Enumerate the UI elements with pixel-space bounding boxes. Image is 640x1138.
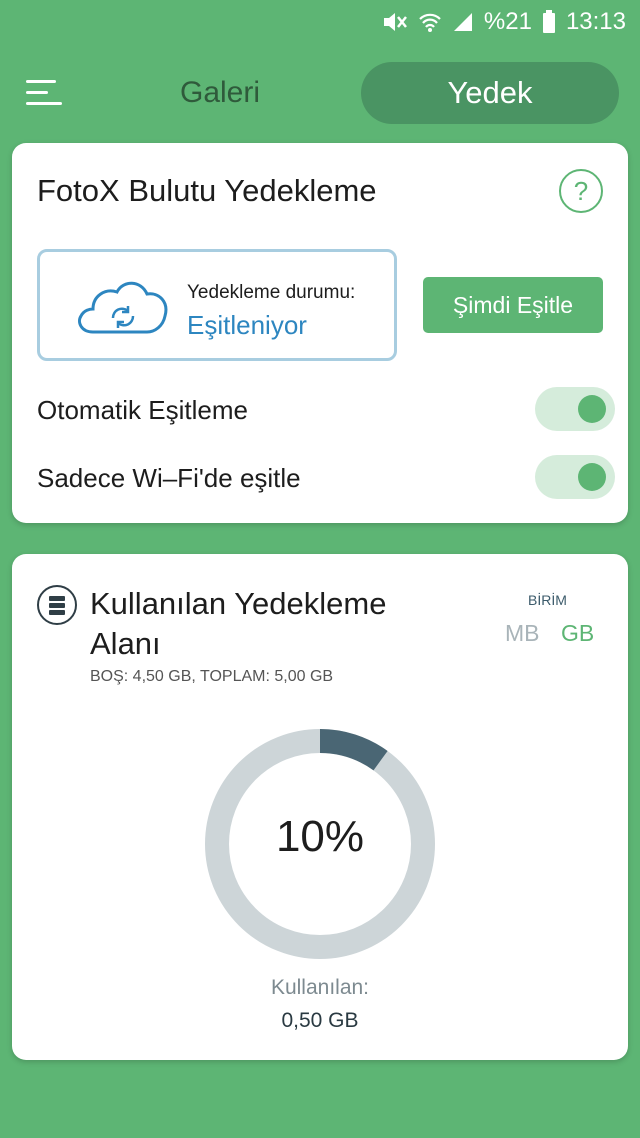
storage-icon xyxy=(37,585,77,625)
status-value: Eşitleniyor xyxy=(187,310,307,340)
unit-mb-button[interactable]: MB xyxy=(505,620,540,647)
storage-card-title: Kullanılan Yedekleme Alanı xyxy=(90,586,387,661)
menu-icon[interactable] xyxy=(26,80,64,108)
auto-sync-row: Otomatik Eşitleme xyxy=(37,387,617,431)
backup-card-title: FotoX Bulutu Yedekleme xyxy=(37,173,377,208)
used-label: Kullanılan: xyxy=(270,976,370,999)
toggle-knob xyxy=(578,395,606,423)
help-button[interactable]: ? xyxy=(559,169,603,213)
toggle-knob xyxy=(578,463,606,491)
unit-label: BİRİM xyxy=(528,592,567,608)
donut-used-segment xyxy=(319,729,388,771)
status-label: Yedekleme durumu: xyxy=(187,282,356,303)
top-nav: Galeri Yedek xyxy=(0,62,640,124)
wifi-icon xyxy=(418,11,442,33)
cloud-sync-icon xyxy=(78,281,168,334)
tab-galeri[interactable]: Galeri xyxy=(150,62,290,124)
status-bar: %21 13:13 xyxy=(0,0,640,44)
tab-yedek[interactable]: Yedek xyxy=(361,62,619,124)
wifi-only-row: Sadece Wi–Fi'de eşitle xyxy=(37,455,617,499)
storage-summary: BOŞ: 4,50 GB, TOPLAM: 5,00 GB xyxy=(90,668,334,685)
wifi-only-toggle[interactable] xyxy=(535,455,615,499)
auto-sync-toggle[interactable] xyxy=(535,387,615,431)
auto-sync-label: Otomatik Eşitleme xyxy=(37,395,248,425)
sync-now-button[interactable]: Şimdi Eşitle xyxy=(423,277,603,333)
used-value: 0,50 GB xyxy=(281,1009,359,1032)
backup-status-box: Yedekleme durumu: Eşitleniyor xyxy=(37,249,397,361)
battery-text: %21 xyxy=(483,8,532,35)
unit-gb-button[interactable]: GB xyxy=(561,620,594,647)
clock: 13:13 xyxy=(565,8,626,35)
mute-icon xyxy=(382,11,408,33)
storage-card: Kullanılan Yedekleme Alanı BOŞ: 4,50 GB,… xyxy=(12,554,628,1060)
backup-card: FotoX Bulutu Yedekleme ? Yedekleme durum… xyxy=(12,143,628,523)
signal-icon xyxy=(452,11,474,33)
wifi-only-label: Sadece Wi–Fi'de eşitle xyxy=(37,463,301,493)
usage-percent: 10% xyxy=(275,812,365,861)
battery-icon xyxy=(542,10,556,34)
